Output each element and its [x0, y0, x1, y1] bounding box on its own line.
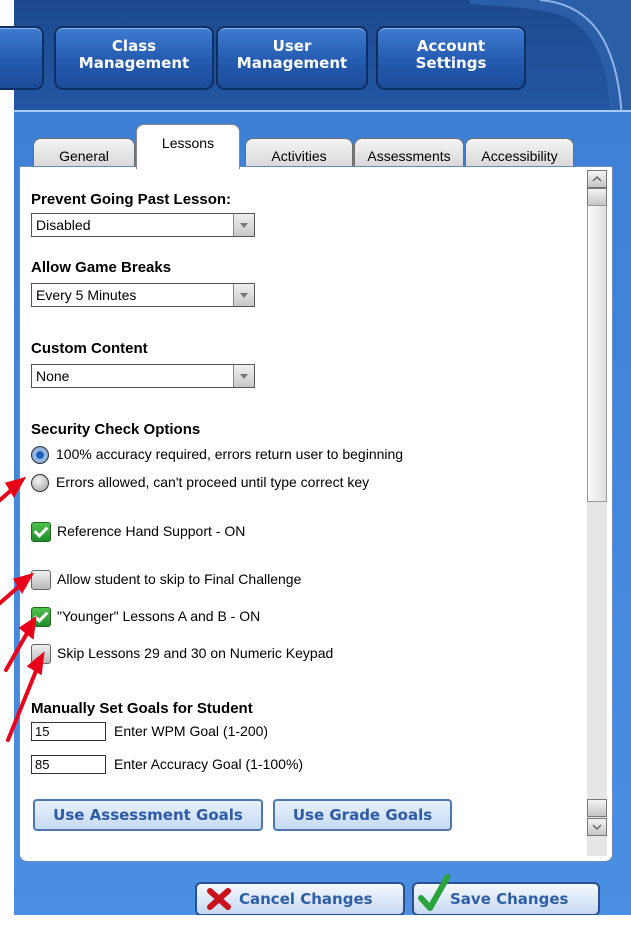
accuracy-goal-label: Enter Accuracy Goal (1-100%) — [114, 756, 304, 772]
use-grade-goals-button[interactable]: Use Grade Goals — [273, 799, 452, 831]
cancel-changes-button[interactable]: Cancel Changes — [195, 882, 405, 916]
cancel-x-icon — [207, 888, 231, 910]
scroll-grip[interactable] — [587, 188, 607, 206]
annotation-arrowhead — [26, 651, 45, 676]
nav-label-line1: User — [272, 37, 312, 55]
scroll-down-button[interactable] — [587, 818, 607, 836]
use-assessment-goals-button[interactable]: Use Assessment Goals — [33, 799, 263, 831]
nav-button-user-management[interactable]: User Management — [216, 26, 368, 90]
save-check-icon — [418, 874, 450, 911]
wpm-goal-label: Enter WPM Goal (1-200) — [114, 723, 269, 739]
scrollbar-thumb[interactable] — [587, 205, 607, 502]
reference-hand-label: Reference Hand Support - ON — [57, 523, 246, 539]
save-changes-button[interactable]: Save Changes — [412, 874, 600, 916]
tab-accessibility[interactable]: Accessibility — [465, 138, 574, 169]
save-label: Save Changes — [450, 890, 569, 908]
app-window: Class Management User Management Account Se… — [0, 0, 631, 928]
dropdown-arrow-icon[interactable] — [233, 365, 254, 387]
chevron-down-icon — [592, 824, 602, 831]
younger-lessons-label: "Younger" Lessons A and B - ON — [57, 608, 261, 624]
nav-label-line2: Management — [78, 54, 190, 72]
dropdown-arrow-icon[interactable] — [233, 214, 254, 236]
skip-numeric-keypad-label: Skip Lessons 29 and 30 on Numeric Keypad — [57, 645, 334, 661]
scroll-grip-lower[interactable] — [587, 799, 607, 817]
security-option-1: 100% accuracy required, errors return us… — [56, 446, 404, 462]
tab-activities[interactable]: Activities — [245, 138, 353, 169]
dropdown-arrow-icon[interactable] — [233, 284, 254, 306]
cancel-label: Cancel Changes — [239, 890, 373, 908]
tab-lessons[interactable]: Lessons — [136, 124, 240, 169]
nav-label-line2: Settings — [415, 54, 487, 72]
nav-button-account-settings[interactable]: Account Settings — [376, 26, 526, 90]
lessons-content: Prevent Going Past Lesson: Disabled Allo… — [19, 166, 613, 862]
chevron-up-icon — [592, 175, 602, 182]
tab-assessments[interactable]: Assessments — [354, 138, 464, 169]
nav-label-line1: Class — [111, 37, 157, 55]
scroll-up-button[interactable] — [587, 170, 607, 188]
annotation-arrows — [0, 476, 45, 742]
bottom-margin — [0, 915, 631, 928]
security-option-2: Errors allowed, can't proceed until type… — [56, 474, 370, 490]
nav-label-line2: Management — [236, 54, 348, 72]
skip-final-challenge-label: Allow student to skip to Final Challenge — [57, 571, 302, 587]
annotation-arrow-line — [4, 626, 32, 672]
nav-label-line1: Account — [416, 37, 486, 55]
annotation-arrow-line — [6, 664, 40, 742]
annotation-arrowhead — [18, 615, 37, 640]
